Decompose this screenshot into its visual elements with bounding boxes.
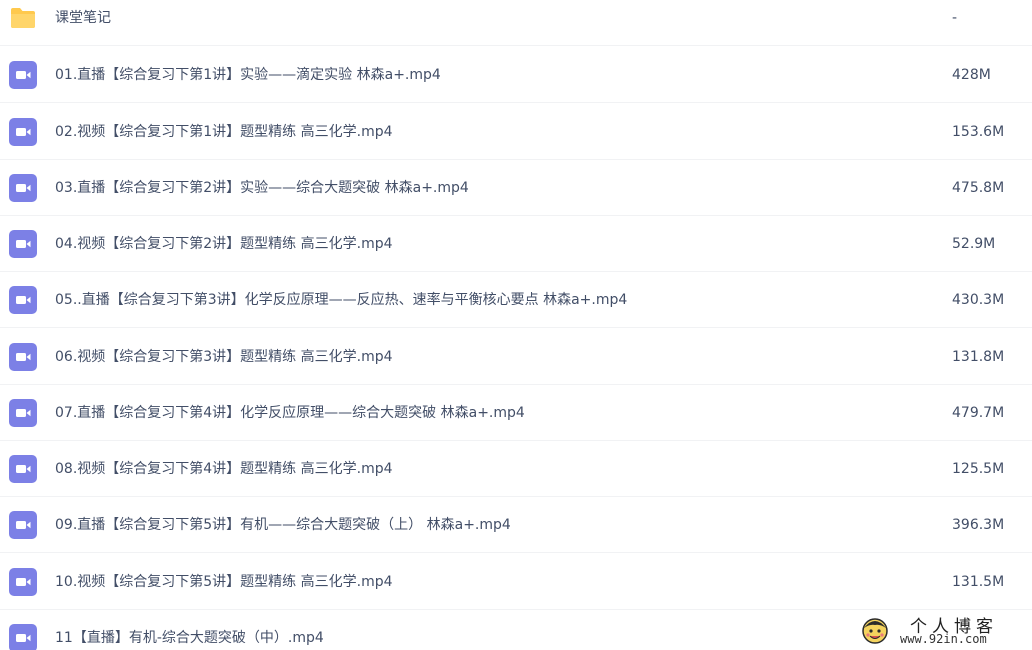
file-size: 52.9M (952, 236, 996, 252)
file-row[interactable]: 07.直播【综合复习下第4讲】化学反应原理——综合大题突破 林森a+.mp4 4… (0, 385, 1032, 441)
file-row[interactable]: 08.视频【综合复习下第4讲】题型精练 高三化学.mp4 125.5M (0, 441, 1032, 497)
video-file-icon (9, 455, 37, 483)
file-row[interactable]: 10.视频【综合复习下第5讲】题型精练 高三化学.mp4 131.5M (0, 554, 1032, 610)
video-file-icon (9, 624, 37, 650)
file-name[interactable]: 01.直播【综合复习下第1讲】实验——滴定实验 林森a+.mp4 (55, 65, 441, 85)
file-row[interactable]: 05..直播【综合复习下第3讲】化学反应原理——反应热、速率与平衡核心要点 林森… (0, 272, 1032, 328)
file-size: - (952, 10, 958, 26)
file-row[interactable]: 04.视频【综合复习下第2讲】题型精练 高三化学.mp4 52.9M (0, 216, 1032, 272)
file-size: 396.3M (952, 517, 1005, 533)
file-name[interactable]: 03.直播【综合复习下第2讲】实验——综合大题突破 林森a+.mp4 (55, 178, 469, 198)
video-file-icon (9, 511, 37, 539)
video-file-icon (9, 230, 37, 258)
file-name[interactable]: 课堂笔记 (55, 8, 111, 28)
watermark-url: www.92in.com (900, 632, 987, 646)
file-name[interactable]: 06.视频【综合复习下第3讲】题型精练 高三化学.mp4 (55, 347, 393, 367)
file-name[interactable]: 02.视频【综合复习下第1讲】题型精练 高三化学.mp4 (55, 122, 393, 142)
file-row[interactable]: 01.直播【综合复习下第1讲】实验——滴定实验 林森a+.mp4 428M (0, 47, 1032, 103)
file-name[interactable]: 07.直播【综合复习下第4讲】化学反应原理——综合大题突破 林森a+.mp4 (55, 403, 525, 423)
file-name[interactable]: 09.直播【综合复习下第5讲】有机——综合大题突破（上） 林森a+.mp4 (55, 515, 511, 535)
watermark: 个人博客 www.92in.com (860, 612, 1028, 648)
video-file-icon (9, 174, 37, 202)
file-size: 131.5M (952, 574, 1005, 590)
file-size: 430.3M (952, 292, 1005, 308)
video-file-icon (9, 343, 37, 371)
file-size: 479.7M (952, 405, 1005, 421)
file-name[interactable]: 04.视频【综合复习下第2讲】题型精练 高三化学.mp4 (55, 234, 393, 254)
file-row[interactable]: 02.视频【综合复习下第1讲】题型精练 高三化学.mp4 153.6M (0, 104, 1032, 160)
file-size: 125.5M (952, 461, 1005, 477)
video-file-icon (9, 286, 37, 314)
file-row[interactable]: 06.视频【综合复习下第3讲】题型精练 高三化学.mp4 131.8M (0, 329, 1032, 385)
file-name[interactable]: 08.视频【综合复习下第4讲】题型精练 高三化学.mp4 (55, 459, 393, 479)
file-name[interactable]: 11【直播】有机-综合大题突破（中）.mp4 (55, 628, 324, 648)
file-row[interactable]: 03.直播【综合复习下第2讲】实验——综合大题突破 林森a+.mp4 475.8… (0, 160, 1032, 216)
video-file-icon (9, 568, 37, 596)
file-size: 475.8M (952, 180, 1005, 196)
file-size: 131.8M (952, 349, 1005, 365)
file-name[interactable]: 10.视频【综合复习下第5讲】题型精练 高三化学.mp4 (55, 572, 393, 592)
folder-icon (9, 4, 37, 32)
file-list: 课堂笔记 - 01.直播【综合复习下第1讲】实验——滴定实验 林森a+.mp4 … (0, 0, 1032, 650)
cartoon-face-icon (860, 616, 890, 646)
file-size: 428M (952, 67, 991, 83)
file-row-folder[interactable]: 课堂笔记 - (0, 0, 1032, 46)
video-file-icon (9, 61, 37, 89)
file-name[interactable]: 05..直播【综合复习下第3讲】化学反应原理——反应热、速率与平衡核心要点 林森… (55, 290, 627, 310)
video-file-icon (9, 399, 37, 427)
file-size: 153.6M (952, 124, 1005, 140)
video-file-icon (9, 118, 37, 146)
file-row[interactable]: 09.直播【综合复习下第5讲】有机——综合大题突破（上） 林森a+.mp4 39… (0, 497, 1032, 553)
